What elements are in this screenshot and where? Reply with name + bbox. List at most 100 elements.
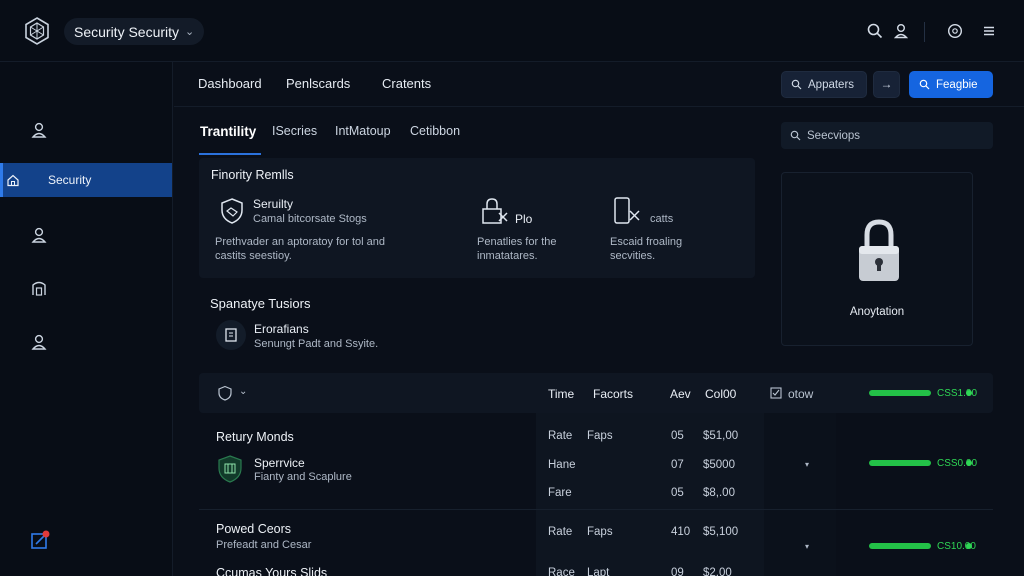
search-icon	[791, 79, 802, 90]
search-apps-button[interactable]: Appaters	[781, 71, 867, 98]
nav-link-dashboard[interactable]: Dashboard	[198, 76, 262, 91]
group-item-title: Sperrvice	[254, 456, 305, 470]
column-header-facorts[interactable]: Facorts	[593, 387, 633, 401]
arrow-right-button[interactable]: →	[873, 71, 900, 98]
nav-link-penlscards[interactable]: Penlscards	[286, 76, 350, 91]
workspace-label: Security Security	[74, 23, 180, 40]
progress-bar	[869, 460, 931, 466]
active-tab-indicator	[199, 153, 261, 155]
user-icon	[30, 121, 48, 139]
search-icon	[790, 130, 801, 141]
section-item-title: Erorafians	[254, 322, 309, 336]
card-title: Finority Remlls	[211, 168, 294, 182]
cell-col: $5,100	[703, 526, 739, 538]
feature-description: Prethvader an aptoratoy for tol and cast…	[215, 236, 385, 262]
search-icon	[919, 79, 930, 90]
status-dot	[966, 460, 972, 466]
document-icon[interactable]	[216, 320, 246, 350]
sidebar-item-users[interactable]	[0, 218, 172, 252]
shield-filter-icon[interactable]	[217, 385, 233, 401]
feature-title: Plo	[515, 212, 533, 226]
chevron-down-icon: ⌄	[185, 26, 195, 38]
cell-facorts: Lapt	[587, 567, 610, 576]
sidebar-item-organization[interactable]	[0, 271, 172, 305]
cell-col: $5000	[703, 459, 735, 471]
cell-col: $8,.00	[703, 487, 735, 499]
nav-link-cratents[interactable]: Cratents	[382, 76, 431, 91]
progress-bar	[869, 390, 931, 396]
group-item-subtitle: Fianty and Scaplure	[254, 471, 352, 483]
lock-x-icon	[479, 196, 509, 226]
column-header-otow[interactable]: otow	[788, 387, 813, 401]
sidebar-item-security[interactable]: Security	[0, 163, 172, 197]
sidebar-item-account[interactable]	[0, 325, 172, 359]
cell-aev: 07	[671, 459, 684, 471]
group-subtitle: Prefeadt and Cesar	[216, 539, 312, 551]
feature-subtitle: Camal bitcorsate Stogs	[253, 213, 367, 225]
user-icon[interactable]	[892, 22, 910, 40]
cell-time: Fare	[548, 487, 572, 499]
column-header-aev[interactable]: Aev	[670, 387, 691, 401]
primary-action-button[interactable]: Feagbie	[909, 71, 993, 98]
column-header-col00[interactable]: Col00	[705, 387, 736, 401]
user-icon	[30, 333, 48, 351]
sidebar: Security	[0, 62, 173, 576]
dropdown-caret-icon[interactable]: ▾	[805, 542, 809, 551]
status-dot	[966, 390, 972, 396]
user-icon	[30, 226, 48, 244]
lock-panel-label: Anoytation	[849, 306, 905, 318]
chevron-down-icon[interactable]: ⌄	[239, 386, 247, 397]
cell-aev: 05	[671, 487, 684, 499]
cell-facorts: Faps	[587, 526, 613, 538]
primary-action-label: Feagbie	[936, 78, 978, 91]
tab-isecries[interactable]: ISecries	[272, 124, 317, 138]
cell-aev: 05	[671, 430, 684, 442]
padlock-icon	[858, 218, 900, 282]
dropdown-caret-icon[interactable]: ▾	[805, 460, 809, 469]
shield-badge-icon	[216, 454, 244, 484]
sidebar-item-profile[interactable]	[0, 113, 172, 147]
progress-bar	[869, 543, 931, 549]
edit-notification-icon[interactable]	[30, 530, 50, 550]
cell-time: Hane	[548, 459, 576, 471]
status-dot	[966, 543, 972, 549]
table-column-background	[764, 413, 836, 576]
column-header-time[interactable]: Time	[548, 387, 574, 401]
tab-trantility[interactable]: Trantility	[200, 124, 256, 139]
section-item-subtitle: Senungt Padt and Ssyite.	[254, 338, 379, 350]
lock-panel: Anoytation	[781, 172, 973, 346]
group-title: Retury Monds	[216, 430, 294, 444]
settings-gear-icon[interactable]	[946, 22, 964, 40]
cell-time: Rate	[548, 430, 573, 442]
sidebar-item-label: Security	[48, 173, 92, 187]
divider	[924, 22, 925, 42]
row-divider	[199, 509, 993, 510]
search-input[interactable]: Seecviops	[781, 122, 993, 149]
checkbox-icon[interactable]	[770, 387, 782, 399]
cell-time: Rate	[548, 526, 573, 538]
menu-icon[interactable]	[980, 22, 998, 40]
search-icon[interactable]	[866, 22, 884, 40]
feature-title: Seruilty	[253, 197, 294, 211]
priority-card: Finority Remlls Seruilty Camal bitcorsat…	[199, 158, 755, 278]
search-placeholder: Seecviops	[807, 129, 861, 142]
workspace-switcher[interactable]: Security Security ⌄	[64, 18, 205, 45]
phone-x-icon	[612, 196, 642, 226]
feature-description: Escaid froaling secvities.	[610, 236, 683, 262]
feature-description: Penatlies for the inmatatares.	[477, 236, 557, 262]
home-shield-icon	[6, 173, 20, 187]
tab-cetibbon[interactable]: Cetibbon	[410, 124, 460, 138]
cell-aev: 410	[671, 526, 691, 538]
top-bar: Security Security ⌄	[0, 0, 1024, 62]
building-icon	[30, 279, 48, 297]
app-logo-icon[interactable]	[22, 16, 52, 46]
cell-col: $2,00	[703, 567, 732, 576]
cell-col: $51,00	[703, 430, 739, 442]
feature-title: catts	[650, 213, 674, 225]
cell-time: Race	[548, 567, 575, 576]
cell-facorts: Faps	[587, 430, 613, 442]
cell-aev: 09	[671, 567, 684, 576]
search-apps-label: Appaters	[808, 78, 855, 91]
tab-intmatoup[interactable]: IntMatoup	[335, 124, 391, 138]
shield-icon	[217, 196, 247, 226]
